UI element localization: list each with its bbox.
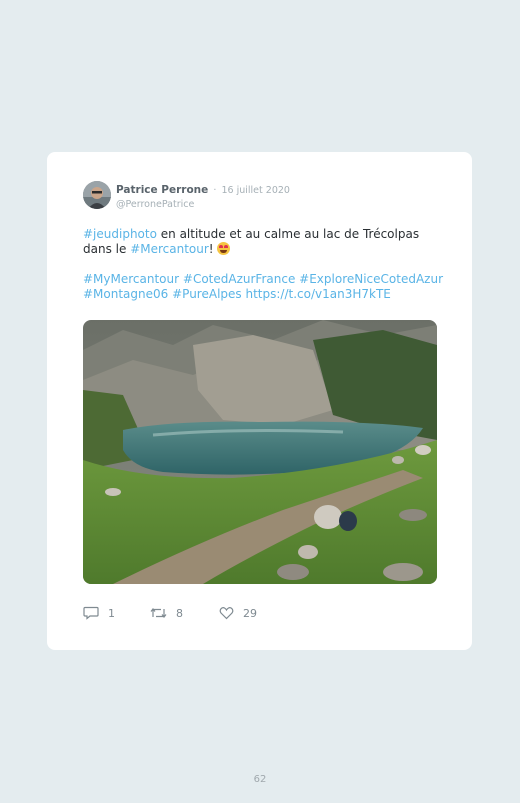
- reply-button[interactable]: 1: [83, 606, 150, 620]
- reply-icon: [83, 606, 99, 620]
- tweet-text-line1: en altitude et au calme au lac de Trécol…: [156, 227, 420, 241]
- hashtag-mercantour[interactable]: #Mercantour: [130, 242, 209, 256]
- hashtag-montagne06[interactable]: #Montagne06: [83, 287, 168, 301]
- tweet-text: #jeudiphoto en altitude et au calme au l…: [83, 227, 443, 302]
- separator: ·: [213, 185, 217, 196]
- author-name[interactable]: Patrice Perrone: [116, 184, 208, 196]
- tweet-link[interactable]: https://t.co/v1an3H7kTE: [246, 287, 391, 301]
- like-button[interactable]: 29: [219, 606, 257, 620]
- heart-icon: [219, 607, 234, 620]
- like-count: 29: [243, 606, 257, 620]
- hashtag-mymercantour[interactable]: #MyMercantour: [83, 272, 179, 286]
- tweet-card: Patrice Perrone · 16 juillet 2020 @Perro…: [47, 152, 472, 650]
- tweet-date[interactable]: 16 juillet 2020: [222, 185, 290, 196]
- heart-eyes-emoji-icon: [217, 242, 231, 255]
- retweet-button[interactable]: 8: [150, 606, 219, 620]
- tweet-actions: 1 8 29: [83, 605, 257, 621]
- retweet-icon: [150, 608, 167, 618]
- page-number: 62: [253, 774, 267, 785]
- hashtag-explorenicecotedazur[interactable]: #ExploreNiceCotedAzur: [299, 272, 443, 286]
- hashtag-jeudiphoto[interactable]: #jeudiphoto: [83, 227, 157, 241]
- avatar[interactable]: [83, 181, 111, 209]
- retweet-count: 8: [176, 606, 183, 620]
- tweet-text-exclaim: !: [208, 242, 218, 256]
- tweet-text-line2: dans le: [83, 242, 131, 256]
- hashtag-purealpes[interactable]: #PureAlpes: [172, 287, 242, 301]
- reply-count: 1: [108, 606, 115, 620]
- hashtag-cotedazurfrance[interactable]: #CotedAzurFrance: [183, 272, 295, 286]
- tweet-photo[interactable]: [83, 320, 437, 584]
- author-handle[interactable]: @PerronePatrice: [116, 198, 290, 212]
- tweet-header: Patrice Perrone · 16 juillet 2020 @Perro…: [116, 181, 290, 212]
